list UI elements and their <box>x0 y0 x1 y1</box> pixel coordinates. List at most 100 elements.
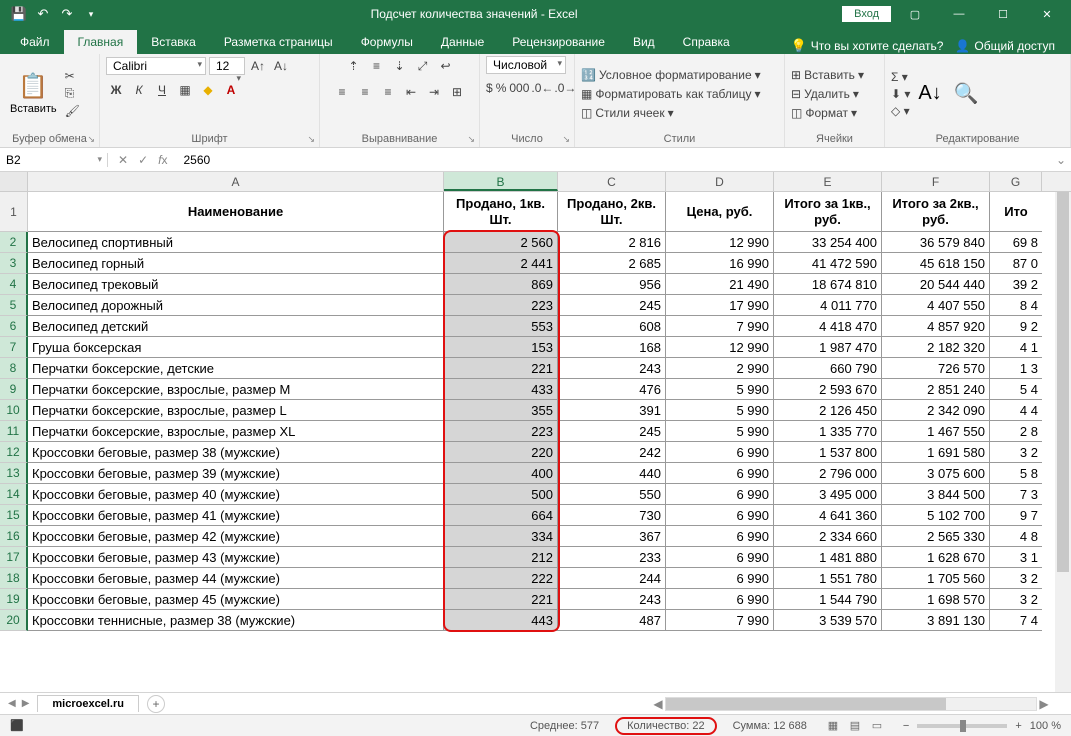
fill-icon[interactable]: ⬇ ▾ <box>891 87 910 101</box>
cell[interactable]: 6 990 <box>666 547 774 568</box>
increase-indent-icon[interactable]: ⇥ <box>424 82 444 102</box>
redo-icon[interactable]: ↷ <box>58 5 76 23</box>
thousands-icon[interactable]: 000 <box>509 78 529 98</box>
sign-in-button[interactable]: Вход <box>842 6 891 22</box>
fx-icon[interactable]: fx <box>158 153 167 167</box>
cell[interactable]: Велосипед трековый <box>28 274 444 295</box>
cell[interactable]: Кроссовки беговые, размер 43 (мужские) <box>28 547 444 568</box>
cell[interactable]: 487 <box>558 610 666 631</box>
zoom-out-icon[interactable]: − <box>903 720 909 732</box>
column-header[interactable]: A <box>28 172 444 191</box>
cell[interactable]: 33 254 400 <box>774 232 882 253</box>
row-header[interactable]: 1 <box>0 192 28 232</box>
cell[interactable]: Перчатки боксерские, детские <box>28 358 444 379</box>
zoom-slider[interactable] <box>917 724 1007 728</box>
close-icon[interactable]: ✕ <box>1027 1 1067 27</box>
merge-cells-icon[interactable]: ⊞ <box>447 82 467 102</box>
ribbon-tab-данные[interactable]: Данные <box>427 30 498 54</box>
ribbon-tab-рецензирование[interactable]: Рецензирование <box>498 30 619 54</box>
cell[interactable]: 4 8 <box>990 526 1042 547</box>
insert-cells-button[interactable]: ⊞ Вставить ▾ <box>791 68 864 82</box>
row-header[interactable]: 15 <box>0 505 28 526</box>
cell[interactable]: 2 441 <box>444 253 558 274</box>
enter-formula-icon[interactable]: ✓ <box>138 153 148 167</box>
cell[interactable]: 7 3 <box>990 484 1042 505</box>
cell[interactable]: 2 851 240 <box>882 379 990 400</box>
row-header[interactable]: 11 <box>0 421 28 442</box>
row-header[interactable]: 12 <box>0 442 28 463</box>
row-header[interactable]: 17 <box>0 547 28 568</box>
cell[interactable]: 243 <box>558 358 666 379</box>
bold-button[interactable]: Ж <box>106 80 126 100</box>
formula-input[interactable]: 2560 <box>177 153 1051 167</box>
cell[interactable]: 221 <box>444 358 558 379</box>
undo-icon[interactable]: ↶ <box>34 5 52 23</box>
cell[interactable]: 3 2 <box>990 442 1042 463</box>
header-cell[interactable]: Наименование <box>28 192 444 232</box>
decrease-decimal-icon[interactable]: .0→ <box>555 78 575 98</box>
cell[interactable]: 153 <box>444 337 558 358</box>
delete-cells-button[interactable]: ⊟ Удалить ▾ <box>791 87 864 101</box>
decrease-indent-icon[interactable]: ⇤ <box>401 82 421 102</box>
spreadsheet-grid[interactable]: ABCDEFG 1 Наименование Продано, 1кв. Шт.… <box>0 172 1071 692</box>
row-header[interactable]: 8 <box>0 358 28 379</box>
cell[interactable]: 243 <box>558 589 666 610</box>
cell[interactable]: Перчатки боксерские, взрослые, размер L <box>28 400 444 421</box>
cell[interactable]: 36 579 840 <box>882 232 990 253</box>
name-box[interactable]: B2 <box>0 153 108 167</box>
cell[interactable]: 400 <box>444 463 558 484</box>
cell[interactable]: 5 4 <box>990 379 1042 400</box>
row-header[interactable]: 7 <box>0 337 28 358</box>
cell[interactable]: 440 <box>558 463 666 484</box>
cell[interactable]: 664 <box>444 505 558 526</box>
cut-icon[interactable]: ✂ <box>65 69 80 83</box>
header-cell[interactable]: Итого за 2кв., руб. <box>882 192 990 232</box>
row-header[interactable]: 13 <box>0 463 28 484</box>
cell[interactable]: 16 990 <box>666 253 774 274</box>
cell[interactable]: 87 0 <box>990 253 1042 274</box>
row-header[interactable]: 14 <box>0 484 28 505</box>
cell[interactable]: 2 796 000 <box>774 463 882 484</box>
horizontal-scrollbar[interactable]: ◀ ▶ <box>651 697 1051 711</box>
cell[interactable]: 1 691 580 <box>882 442 990 463</box>
select-all-corner[interactable] <box>0 172 28 191</box>
cell[interactable]: 4 4 <box>990 400 1042 421</box>
row-header[interactable]: 3 <box>0 253 28 274</box>
cell[interactable]: 1 481 880 <box>774 547 882 568</box>
cell[interactable]: 4 418 470 <box>774 316 882 337</box>
font-name-combo[interactable]: Calibri <box>106 57 206 75</box>
cell[interactable]: 608 <box>558 316 666 337</box>
clear-icon[interactable]: ◇ ▾ <box>891 104 910 118</box>
fill-color-icon[interactable]: ◆ <box>198 80 218 100</box>
cell[interactable]: 956 <box>558 274 666 295</box>
zoom-level[interactable]: 100 % <box>1030 720 1061 732</box>
share-button[interactable]: Общий доступ <box>955 39 1055 53</box>
cell[interactable]: 5 990 <box>666 421 774 442</box>
zoom-in-icon[interactable]: + <box>1015 720 1021 732</box>
cell[interactable]: 334 <box>444 526 558 547</box>
align-left-icon[interactable]: ≡ <box>332 82 352 102</box>
cell[interactable]: 2 816 <box>558 232 666 253</box>
cell[interactable]: 5 102 700 <box>882 505 990 526</box>
cell[interactable]: 3 075 600 <box>882 463 990 484</box>
currency-icon[interactable]: $ <box>486 78 493 98</box>
cell[interactable]: Кроссовки беговые, размер 45 (мужские) <box>28 589 444 610</box>
cell[interactable]: 45 618 150 <box>882 253 990 274</box>
cell[interactable]: 6 990 <box>666 484 774 505</box>
number-format-combo[interactable]: Числовой <box>486 56 566 74</box>
save-icon[interactable]: 💾 <box>10 5 28 23</box>
expand-formula-bar-icon[interactable]: ⌄ <box>1051 153 1071 167</box>
ribbon-tab-вид[interactable]: Вид <box>619 30 669 54</box>
header-cell[interactable]: Ито <box>990 192 1042 232</box>
cell[interactable]: 3 1 <box>990 547 1042 568</box>
cell[interactable]: 1 705 560 <box>882 568 990 589</box>
record-macro-icon[interactable]: ⬛ <box>10 719 24 732</box>
cell[interactable]: 367 <box>558 526 666 547</box>
row-header[interactable]: 5 <box>0 295 28 316</box>
header-cell[interactable]: Продано, 2кв. Шт. <box>558 192 666 232</box>
cell[interactable]: 244 <box>558 568 666 589</box>
sheet-nav-next-icon[interactable]: ▶ <box>22 698 30 709</box>
cell[interactable]: 9 7 <box>990 505 1042 526</box>
cell[interactable]: Перчатки боксерские, взрослые, размер XL <box>28 421 444 442</box>
cell[interactable]: 9 2 <box>990 316 1042 337</box>
